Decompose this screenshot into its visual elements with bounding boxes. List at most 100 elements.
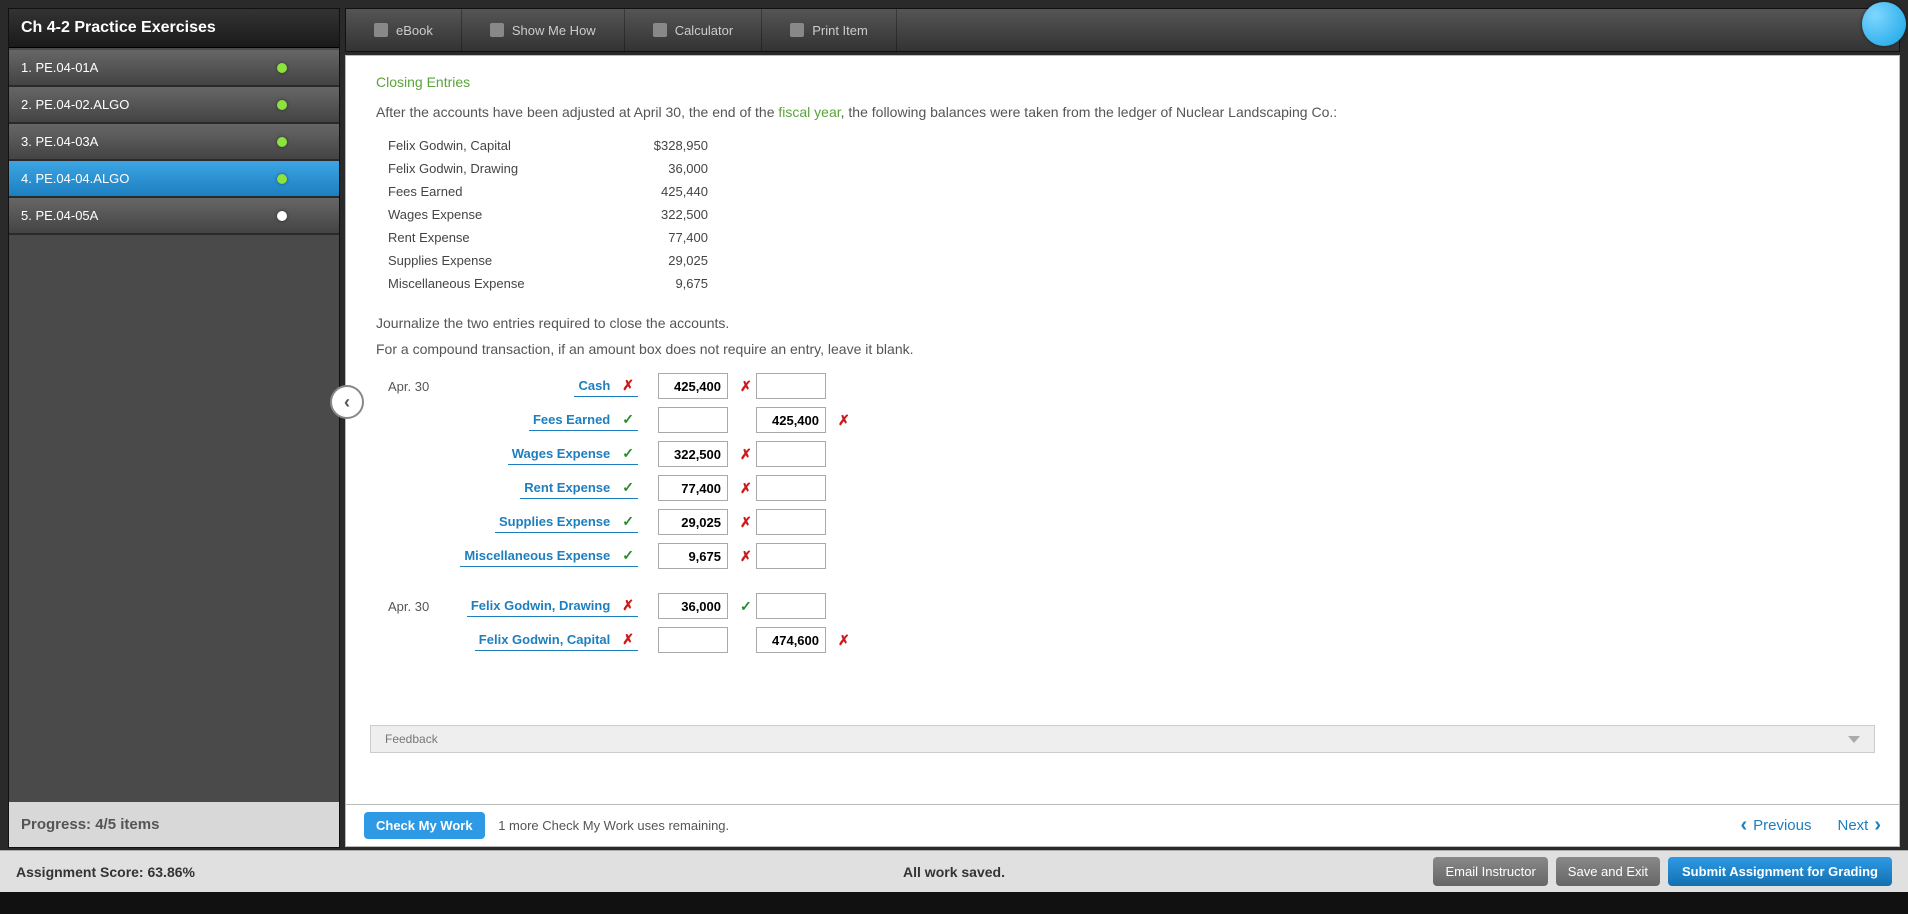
account-selector[interactable]: Miscellaneous Expense ✓	[460, 545, 638, 567]
account-selector[interactable]: Cash ✗	[574, 375, 638, 397]
check-bar: Check My Work 1 more Check My Work uses …	[345, 805, 1900, 847]
sidebar-item-2[interactable]: 3. PE.04-03A	[9, 124, 339, 161]
credit-input[interactable]	[756, 627, 826, 653]
balance-value: 9,675	[618, 276, 708, 291]
content-area[interactable]: Closing Entries After the accounts have …	[345, 55, 1900, 805]
progress-area: Progress: 4/5 items	[9, 802, 339, 847]
check-icon: ✓	[622, 411, 634, 428]
email-instructor-button[interactable]: Email Instructor	[1433, 857, 1547, 886]
check-icon: ✓	[622, 479, 634, 496]
browser-strip	[0, 892, 1908, 914]
save-status: All work saved.	[903, 864, 1005, 880]
credit-input[interactable]	[756, 373, 826, 399]
check-icon: ✓	[622, 513, 634, 530]
debit-input[interactable]	[658, 509, 728, 535]
debit-input[interactable]	[658, 593, 728, 619]
assignment-score: Assignment Score: 63.86%	[16, 864, 195, 880]
journal-row: Fees Earned ✓ ✗	[388, 405, 1859, 435]
x-icon: ✗	[838, 632, 850, 649]
intro-text: After the accounts have been adjusted at…	[376, 104, 1859, 120]
credit-input[interactable]	[756, 441, 826, 467]
toolbar-print-item[interactable]: Print Item	[762, 9, 897, 51]
debit-input[interactable]	[658, 441, 728, 467]
sidebar-item-label: 3. PE.04-03A	[21, 134, 98, 149]
journal-date: Apr. 30	[388, 599, 438, 614]
sidebar-item-1[interactable]: 2. PE.04-02.ALGO	[9, 87, 339, 124]
check-icon: ✓	[740, 598, 752, 615]
x-icon: ✗	[622, 597, 634, 614]
check-remaining-text: 1 more Check My Work uses remaining.	[498, 818, 729, 833]
account-selector[interactable]: Wages Expense ✓	[508, 443, 638, 465]
balance-value: 36,000	[618, 161, 708, 176]
print-icon	[790, 23, 804, 37]
journal-entry-2: Apr. 30 Felix Godwin, Drawing ✗ ✓ Felix God…	[388, 591, 1859, 655]
feedback-label: Feedback	[385, 732, 438, 746]
x-icon: ✗	[740, 514, 752, 531]
debit-input[interactable]	[658, 407, 728, 433]
collapse-sidebar-button[interactable]: ‹	[330, 385, 364, 419]
feedback-toggle[interactable]: Feedback	[370, 725, 1875, 753]
balance-label: Supplies Expense	[388, 253, 618, 268]
sidebar-nav-list: 1. PE.04-01A 2. PE.04-02.ALGO 3. PE.04-03A…	[9, 48, 339, 235]
sidebar-item-label: 4. PE.04-04.ALGO	[21, 171, 129, 186]
instruction-2: For a compound transaction, if an amount…	[376, 341, 1859, 357]
balance-row: Wages Expense322,500	[388, 203, 1859, 226]
status-dot-icon	[277, 174, 287, 184]
x-icon: ✗	[740, 446, 752, 463]
account-selector[interactable]: Fees Earned ✓	[529, 409, 638, 431]
account-selector[interactable]: Felix Godwin, Drawing ✗	[467, 595, 638, 617]
next-button[interactable]: Next›	[1837, 814, 1881, 837]
submit-assignment-button[interactable]: Submit Assignment for Grading	[1668, 857, 1892, 886]
toolbar: eBook Show Me How Calculator Print Item	[345, 8, 1900, 52]
credit-input[interactable]	[756, 593, 826, 619]
balance-row: Felix Godwin, Drawing36,000	[388, 157, 1859, 180]
x-icon: ✗	[740, 480, 752, 497]
check-my-work-button[interactable]: Check My Work	[364, 812, 485, 839]
balance-label: Rent Expense	[388, 230, 618, 245]
account-selector[interactable]: Supplies Expense ✓	[495, 511, 638, 533]
save-and-exit-button[interactable]: Save and Exit	[1556, 857, 1660, 886]
x-icon: ✗	[740, 548, 752, 565]
balance-label: Miscellaneous Expense	[388, 276, 618, 291]
balances-table: Felix Godwin, Capital$328,950Felix Godwi…	[388, 134, 1859, 295]
calculator-icon	[653, 23, 667, 37]
credit-input[interactable]	[756, 407, 826, 433]
account-selector[interactable]: Rent Expense ✓	[520, 477, 638, 499]
account-selector[interactable]: Felix Godwin, Capital ✗	[475, 629, 638, 651]
credit-input[interactable]	[756, 475, 826, 501]
book-icon	[374, 23, 388, 37]
sidebar-item-3[interactable]: 4. PE.04-04.ALGO	[9, 161, 339, 198]
balance-label: Fees Earned	[388, 184, 618, 199]
status-dot-icon	[277, 63, 287, 73]
debit-input[interactable]	[658, 475, 728, 501]
fiscal-year-link[interactable]: fiscal year	[778, 104, 840, 120]
balance-value: 77,400	[618, 230, 708, 245]
video-icon	[490, 23, 504, 37]
balance-row: Felix Godwin, Capital$328,950	[388, 134, 1859, 157]
balance-label: Felix Godwin, Capital	[388, 138, 618, 153]
journal-entry-1: Apr. 30Cash ✗✗Fees Earned ✓✗Wages Expens…	[388, 371, 1859, 571]
toolbar-calculator[interactable]: Calculator	[625, 9, 763, 51]
journal-row: Apr. 30Cash ✗✗	[388, 371, 1859, 401]
sidebar-item-label: 1. PE.04-01A	[21, 60, 98, 75]
balance-row: Miscellaneous Expense9,675	[388, 272, 1859, 295]
debit-input[interactable]	[658, 627, 728, 653]
journal-row: Wages Expense ✓ ✗	[388, 439, 1859, 469]
balance-value: 425,440	[618, 184, 708, 199]
x-icon: ✗	[740, 378, 752, 395]
credit-input[interactable]	[756, 543, 826, 569]
debit-input[interactable]	[658, 543, 728, 569]
previous-button[interactable]: ‹Previous	[1740, 814, 1811, 837]
sidebar-item-label: 5. PE.04-05A	[21, 208, 98, 223]
toolbar-ebook[interactable]: eBook	[346, 9, 462, 51]
balance-label: Felix Godwin, Drawing	[388, 161, 618, 176]
x-icon: ✗	[838, 412, 850, 429]
toolbar-show-me-how[interactable]: Show Me How	[462, 9, 625, 51]
sidebar-item-0[interactable]: 1. PE.04-01A	[9, 50, 339, 87]
journal-row: Supplies Expense ✓ ✗	[388, 507, 1859, 537]
credit-input[interactable]	[756, 509, 826, 535]
debit-input[interactable]	[658, 373, 728, 399]
help-bubble-icon[interactable]	[1862, 2, 1906, 46]
sidebar-item-4[interactable]: 5. PE.04-05A	[9, 198, 339, 235]
instruction-1: Journalize the two entries required to c…	[376, 315, 1859, 331]
